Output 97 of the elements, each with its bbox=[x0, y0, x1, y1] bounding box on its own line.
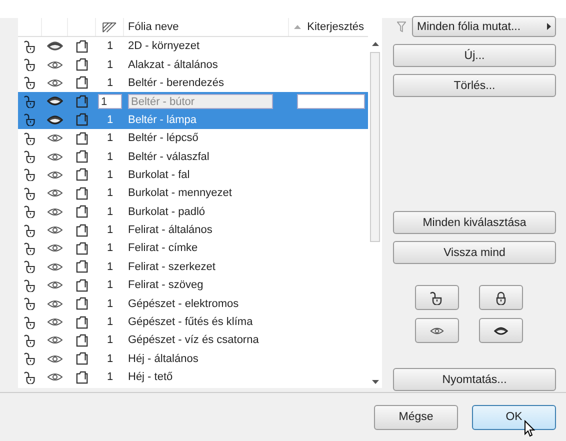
table-row[interactable]: 1 Burkolat - mennyezet bbox=[18, 184, 368, 203]
layer-number: 1 bbox=[106, 76, 114, 91]
layer-number: 1 bbox=[106, 204, 114, 220]
lock-button[interactable] bbox=[479, 285, 523, 310]
layer-name: Alakzat - általános bbox=[127, 58, 219, 73]
layer-number: 1 bbox=[106, 131, 114, 146]
page-icon bbox=[76, 352, 88, 366]
filter-icon bbox=[397, 20, 406, 32]
table-row[interactable]: 1 2D - környezet bbox=[18, 37, 368, 56]
layer-name: Burkolat - fal bbox=[127, 168, 191, 183]
table-row[interactable]: 1 Beltér - bútor bbox=[18, 92, 368, 111]
page-icon bbox=[76, 76, 88, 90]
scroll-down-icon[interactable] bbox=[372, 380, 378, 384]
page-icon bbox=[76, 150, 88, 164]
layer-number: 1 bbox=[106, 370, 114, 386]
layer-number: 1 bbox=[106, 296, 114, 312]
layer-name: Beltér - lépcső bbox=[127, 131, 200, 146]
page-icon bbox=[76, 186, 88, 200]
layer-number: 1 bbox=[106, 352, 114, 367]
print-button[interactable]: Nyomtatás... bbox=[393, 368, 556, 391]
layer-number: 1 bbox=[106, 333, 114, 348]
layer-number: 1 bbox=[106, 315, 114, 330]
table-row[interactable]: 1 Alakzat - általános bbox=[18, 55, 368, 74]
caret-icon bbox=[547, 23, 551, 30]
table-row[interactable]: 1 Héj - tető bbox=[18, 368, 368, 386]
table-row[interactable]: 1 Felirat - általános bbox=[18, 220, 368, 240]
page-icon bbox=[76, 205, 88, 218]
scroll-up-icon[interactable] bbox=[372, 42, 378, 46]
delete-button[interactable]: Törlés... bbox=[393, 74, 556, 97]
layer-number: 1 bbox=[106, 150, 114, 165]
layer-name: Beltér - berendezés bbox=[127, 76, 225, 91]
ok-button[interactable]: OK bbox=[472, 404, 556, 430]
table-row[interactable]: 1 Beltér - berendezés bbox=[18, 74, 368, 92]
lock-icon bbox=[494, 290, 508, 304]
unlock-button[interactable] bbox=[415, 285, 459, 310]
layer-number: 1 bbox=[106, 278, 114, 294]
number-field[interactable]: 1 bbox=[98, 94, 122, 109]
page-icon bbox=[76, 132, 88, 145]
column-header[interactable]: Fólia neve bbox=[124, 18, 289, 36]
page-icon bbox=[76, 113, 88, 126]
layer-number: 1 bbox=[106, 223, 114, 238]
select-all-button[interactable]: Minden kiválasztása bbox=[393, 211, 556, 234]
page-icon bbox=[76, 334, 88, 347]
layer-number: 1 bbox=[106, 112, 114, 128]
reset-button[interactable]: Vissza mind bbox=[393, 241, 556, 264]
table-row[interactable]: 1 Burkolat - fal bbox=[18, 166, 368, 184]
table-row[interactable]: 1 Felirat - szerkezet bbox=[18, 258, 368, 276]
page-icon bbox=[76, 316, 88, 329]
layer-name: Gépészet - fűtés és klíma bbox=[127, 315, 254, 330]
page-icon bbox=[76, 40, 88, 53]
table-row[interactable]: 1 Gépészet - elektromos bbox=[18, 294, 368, 313]
layer-name: Beltér - válaszfal bbox=[127, 150, 210, 165]
page-icon bbox=[76, 94, 88, 108]
filter-dropdown[interactable]: Minden fólia mutat... bbox=[412, 16, 556, 37]
cursor-icon bbox=[524, 420, 536, 437]
table-row[interactable]: 1 Beltér - lépcső bbox=[18, 128, 368, 148]
table-row[interactable]: 1 Felirat - szöveg bbox=[18, 276, 368, 294]
page-icon bbox=[76, 297, 88, 310]
column-header[interactable]: Kiterjesztés bbox=[289, 18, 368, 36]
page-icon bbox=[76, 168, 88, 182]
scrollbar-thumb[interactable] bbox=[370, 52, 380, 242]
layer-name: Beltér - lámpa bbox=[127, 112, 198, 128]
layer-name: Burkolat - padló bbox=[127, 204, 206, 220]
extension-field[interactable] bbox=[297, 94, 365, 109]
page-icon bbox=[76, 224, 88, 237]
table-row[interactable]: 1 Beltér - válaszfal bbox=[18, 147, 368, 166]
layer-number: 1 bbox=[106, 39, 114, 54]
table-row[interactable]: 1 Felirat - címke bbox=[18, 239, 368, 258]
unlock-icon bbox=[430, 290, 444, 304]
table-row[interactable]: 1 Gépészet - víz és csatorna bbox=[18, 331, 368, 350]
layer-name: Héj - tető bbox=[127, 370, 174, 386]
layer-name: Burkolat - mennyezet bbox=[127, 186, 233, 202]
layer-number: 1 bbox=[106, 241, 114, 256]
page-icon bbox=[76, 278, 88, 292]
layer-number: 1 bbox=[106, 260, 114, 275]
eye-button[interactable] bbox=[479, 318, 523, 343]
page-icon bbox=[76, 370, 88, 384]
new-button[interactable]: Új... bbox=[393, 44, 556, 67]
layer-name: 2D - környezet bbox=[127, 39, 201, 54]
hatch-icon bbox=[102, 22, 117, 32]
layer-name: Felirat - szöveg bbox=[127, 278, 204, 294]
cancel-button[interactable]: Mégse bbox=[374, 404, 458, 430]
page-icon bbox=[76, 58, 88, 72]
page-icon bbox=[76, 260, 88, 274]
layer-number: 1 bbox=[106, 168, 114, 183]
layer-number: 1 bbox=[106, 58, 114, 73]
page-icon bbox=[76, 242, 88, 255]
table-row[interactable]: 1 Héj - általános bbox=[18, 350, 368, 368]
table-row[interactable]: 1 Burkolat - padló bbox=[18, 202, 368, 221]
layer-name: Felirat - szerkezet bbox=[127, 260, 216, 275]
layer-name: Felirat - címke bbox=[127, 241, 199, 256]
layer-name: Gépészet - elektromos bbox=[127, 296, 240, 312]
layer-number: 1 bbox=[106, 186, 114, 202]
table-row[interactable]: 1 Gépészet - fűtés és klíma bbox=[18, 312, 368, 332]
layer-name: Felirat - általános bbox=[127, 223, 214, 238]
layer-name: Héj - általános bbox=[127, 352, 200, 367]
layer-name: Gépészet - víz és csatorna bbox=[127, 333, 260, 348]
